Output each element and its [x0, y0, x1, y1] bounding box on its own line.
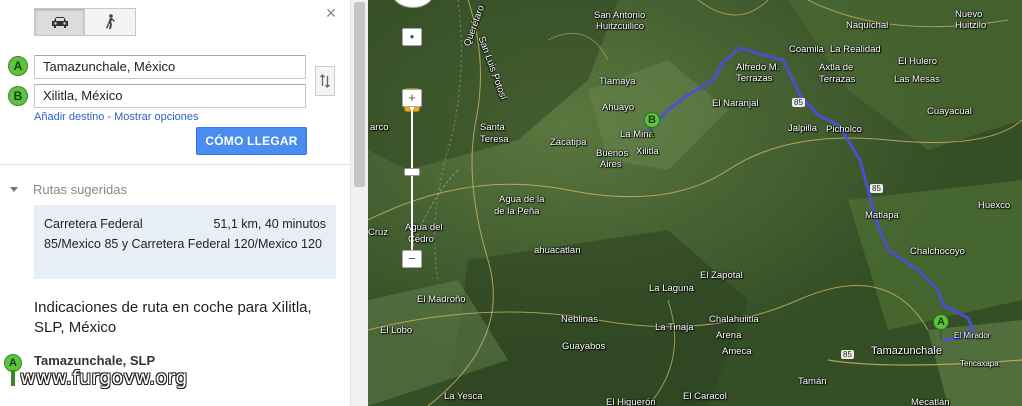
- map-label: El Mirador: [954, 331, 991, 340]
- map-label: Aires: [600, 159, 622, 170]
- map-label: Terrazas: [736, 73, 773, 84]
- route-distance-time: 51,1 km, 40 minutos: [213, 217, 326, 231]
- map-label: arco: [370, 122, 389, 133]
- map-label: Tlamaya: [599, 76, 636, 87]
- start-marker-pin: [11, 370, 15, 386]
- location-dot-icon[interactable]: •: [402, 28, 422, 46]
- map-label: Ameca: [722, 346, 752, 357]
- map-label: Matlapa: [865, 210, 899, 221]
- map-label: La Yesca: [444, 391, 483, 402]
- map-label: Picholco: [826, 124, 862, 135]
- map-label: El Higuerón: [606, 397, 656, 406]
- highway-shield: 85: [792, 98, 805, 107]
- travel-mode-selector: [34, 8, 136, 36]
- marker-stem: [651, 127, 653, 137]
- map-label: La Mina: [620, 129, 654, 140]
- start-location-label: Tamazunchale, SLP: [34, 353, 156, 368]
- map-label: ahuacatlan: [534, 245, 581, 256]
- map-label: Guayabos: [562, 341, 606, 352]
- map-label: El Caracol: [683, 391, 727, 402]
- add-destination-link[interactable]: Añadir destino: [34, 111, 104, 123]
- destination-map-marker[interactable]: B: [644, 112, 660, 128]
- map-view[interactable]: San Antonio Huitzcuilico San Luis Potosí…: [368, 0, 1022, 406]
- map-label: Cruz: [368, 227, 389, 238]
- map-label: Huitzilo: [955, 20, 987, 31]
- close-icon[interactable]: ×: [322, 4, 340, 22]
- map-label: Tamazunchale: [871, 345, 942, 357]
- map-label: Terrazas: [819, 74, 856, 85]
- route-name-rest: 85/Mexico 85 y Carretera Federal 120/Mex…: [44, 237, 322, 251]
- map-label: El Hulero: [898, 56, 938, 67]
- map-label: El Naranjal: [712, 98, 759, 109]
- map-label: de la Peña: [494, 206, 540, 217]
- map-label: La Laguna: [649, 283, 694, 294]
- origin-marker-icon: A: [8, 56, 28, 76]
- highway-shield: 85: [870, 184, 883, 193]
- map-label: Tamán: [798, 376, 827, 387]
- swap-icon: [320, 74, 330, 88]
- swap-button[interactable]: [315, 66, 335, 96]
- map-label: Tencaxapa: [960, 359, 999, 368]
- highway-shield: 85: [841, 350, 854, 359]
- map-label: Neblinas: [561, 314, 598, 325]
- destination-input[interactable]: Xilitla, México: [34, 84, 306, 108]
- map-label: El Madroño: [417, 294, 466, 305]
- map-label: San Antonio: [594, 10, 646, 21]
- walk-mode-button[interactable]: [85, 8, 136, 36]
- sidebar-scrollbar[interactable]: [350, 0, 368, 406]
- origin-input[interactable]: Tamazunchale, México: [34, 55, 306, 79]
- map-label: Alfredo M.: [736, 62, 780, 73]
- zoom-slider-track[interactable]: [411, 107, 413, 257]
- map-label: Mecatlán: [911, 397, 950, 406]
- map-label: Zacatipa: [550, 137, 587, 148]
- zoom-slider-thumb[interactable]: [404, 168, 420, 176]
- route-option[interactable]: Carretera Federal 51,1 km, 40 minutos 85…: [34, 205, 336, 279]
- map-label: La Tinaja: [655, 322, 694, 333]
- map-label: Coamila: [789, 44, 824, 55]
- scrollbar-thumb[interactable]: [354, 2, 365, 187]
- map-label: Las Mesas: [894, 74, 940, 85]
- links-separator: -: [107, 111, 112, 123]
- origin-map-marker[interactable]: A: [933, 314, 949, 330]
- map-label: Teresa: [480, 134, 509, 145]
- map-label: Cuayacual: [927, 106, 972, 117]
- map-label: Chalchocoyo: [910, 246, 965, 257]
- caret-down-icon: [10, 187, 18, 192]
- marker-stem: [940, 329, 942, 339]
- show-options-link[interactable]: Mostrar opciones: [114, 111, 198, 123]
- route-name-line1: Carretera Federal: [44, 217, 143, 231]
- car-mode-button[interactable]: [34, 8, 85, 36]
- destination-marker-icon: B: [8, 86, 28, 106]
- watermark: www.furgovw.org: [20, 367, 188, 389]
- divider: [0, 164, 350, 165]
- directions-panel: × A Tamazunchale, México B Xilitla, Méxi…: [0, 0, 350, 406]
- destination-options: Añadir destino - Mostrar opciones: [34, 111, 199, 123]
- map-label: Arena: [716, 330, 742, 341]
- suggested-routes-heading: Rutas sugeridas: [33, 182, 127, 197]
- map-label: Huitzcuilico: [596, 21, 645, 32]
- directions-title: Indicaciones de ruta en coche para Xilit…: [34, 299, 312, 336]
- map-label: El Lobo: [380, 325, 413, 336]
- map-label: Nuevo: [955, 9, 983, 20]
- walk-icon: [106, 14, 115, 29]
- map-label: Axtla de: [819, 62, 854, 73]
- zoom-in-button[interactable]: +: [402, 89, 422, 107]
- map-label: Xilitla: [636, 146, 659, 157]
- map-label: Ahuayo: [602, 102, 635, 113]
- map-label: La Realidad: [830, 44, 881, 55]
- zoom-out-button[interactable]: −: [402, 250, 422, 268]
- suggested-routes-toggle[interactable]: Rutas sugeridas: [10, 182, 127, 197]
- map-label: El Zapotal: [700, 270, 743, 281]
- map-label: Naquichal: [846, 20, 889, 31]
- map-label: Chalahuiitla: [709, 314, 759, 325]
- map-label: Huexco: [978, 200, 1011, 211]
- car-icon: [51, 17, 68, 28]
- get-directions-button[interactable]: CÓMO LLEGAR: [196, 127, 307, 155]
- map-label: Agua de la: [499, 194, 545, 205]
- map-label: Buenos: [596, 148, 629, 159]
- map-label: Jalpilla: [788, 123, 818, 134]
- map-label: Santa: [480, 122, 505, 133]
